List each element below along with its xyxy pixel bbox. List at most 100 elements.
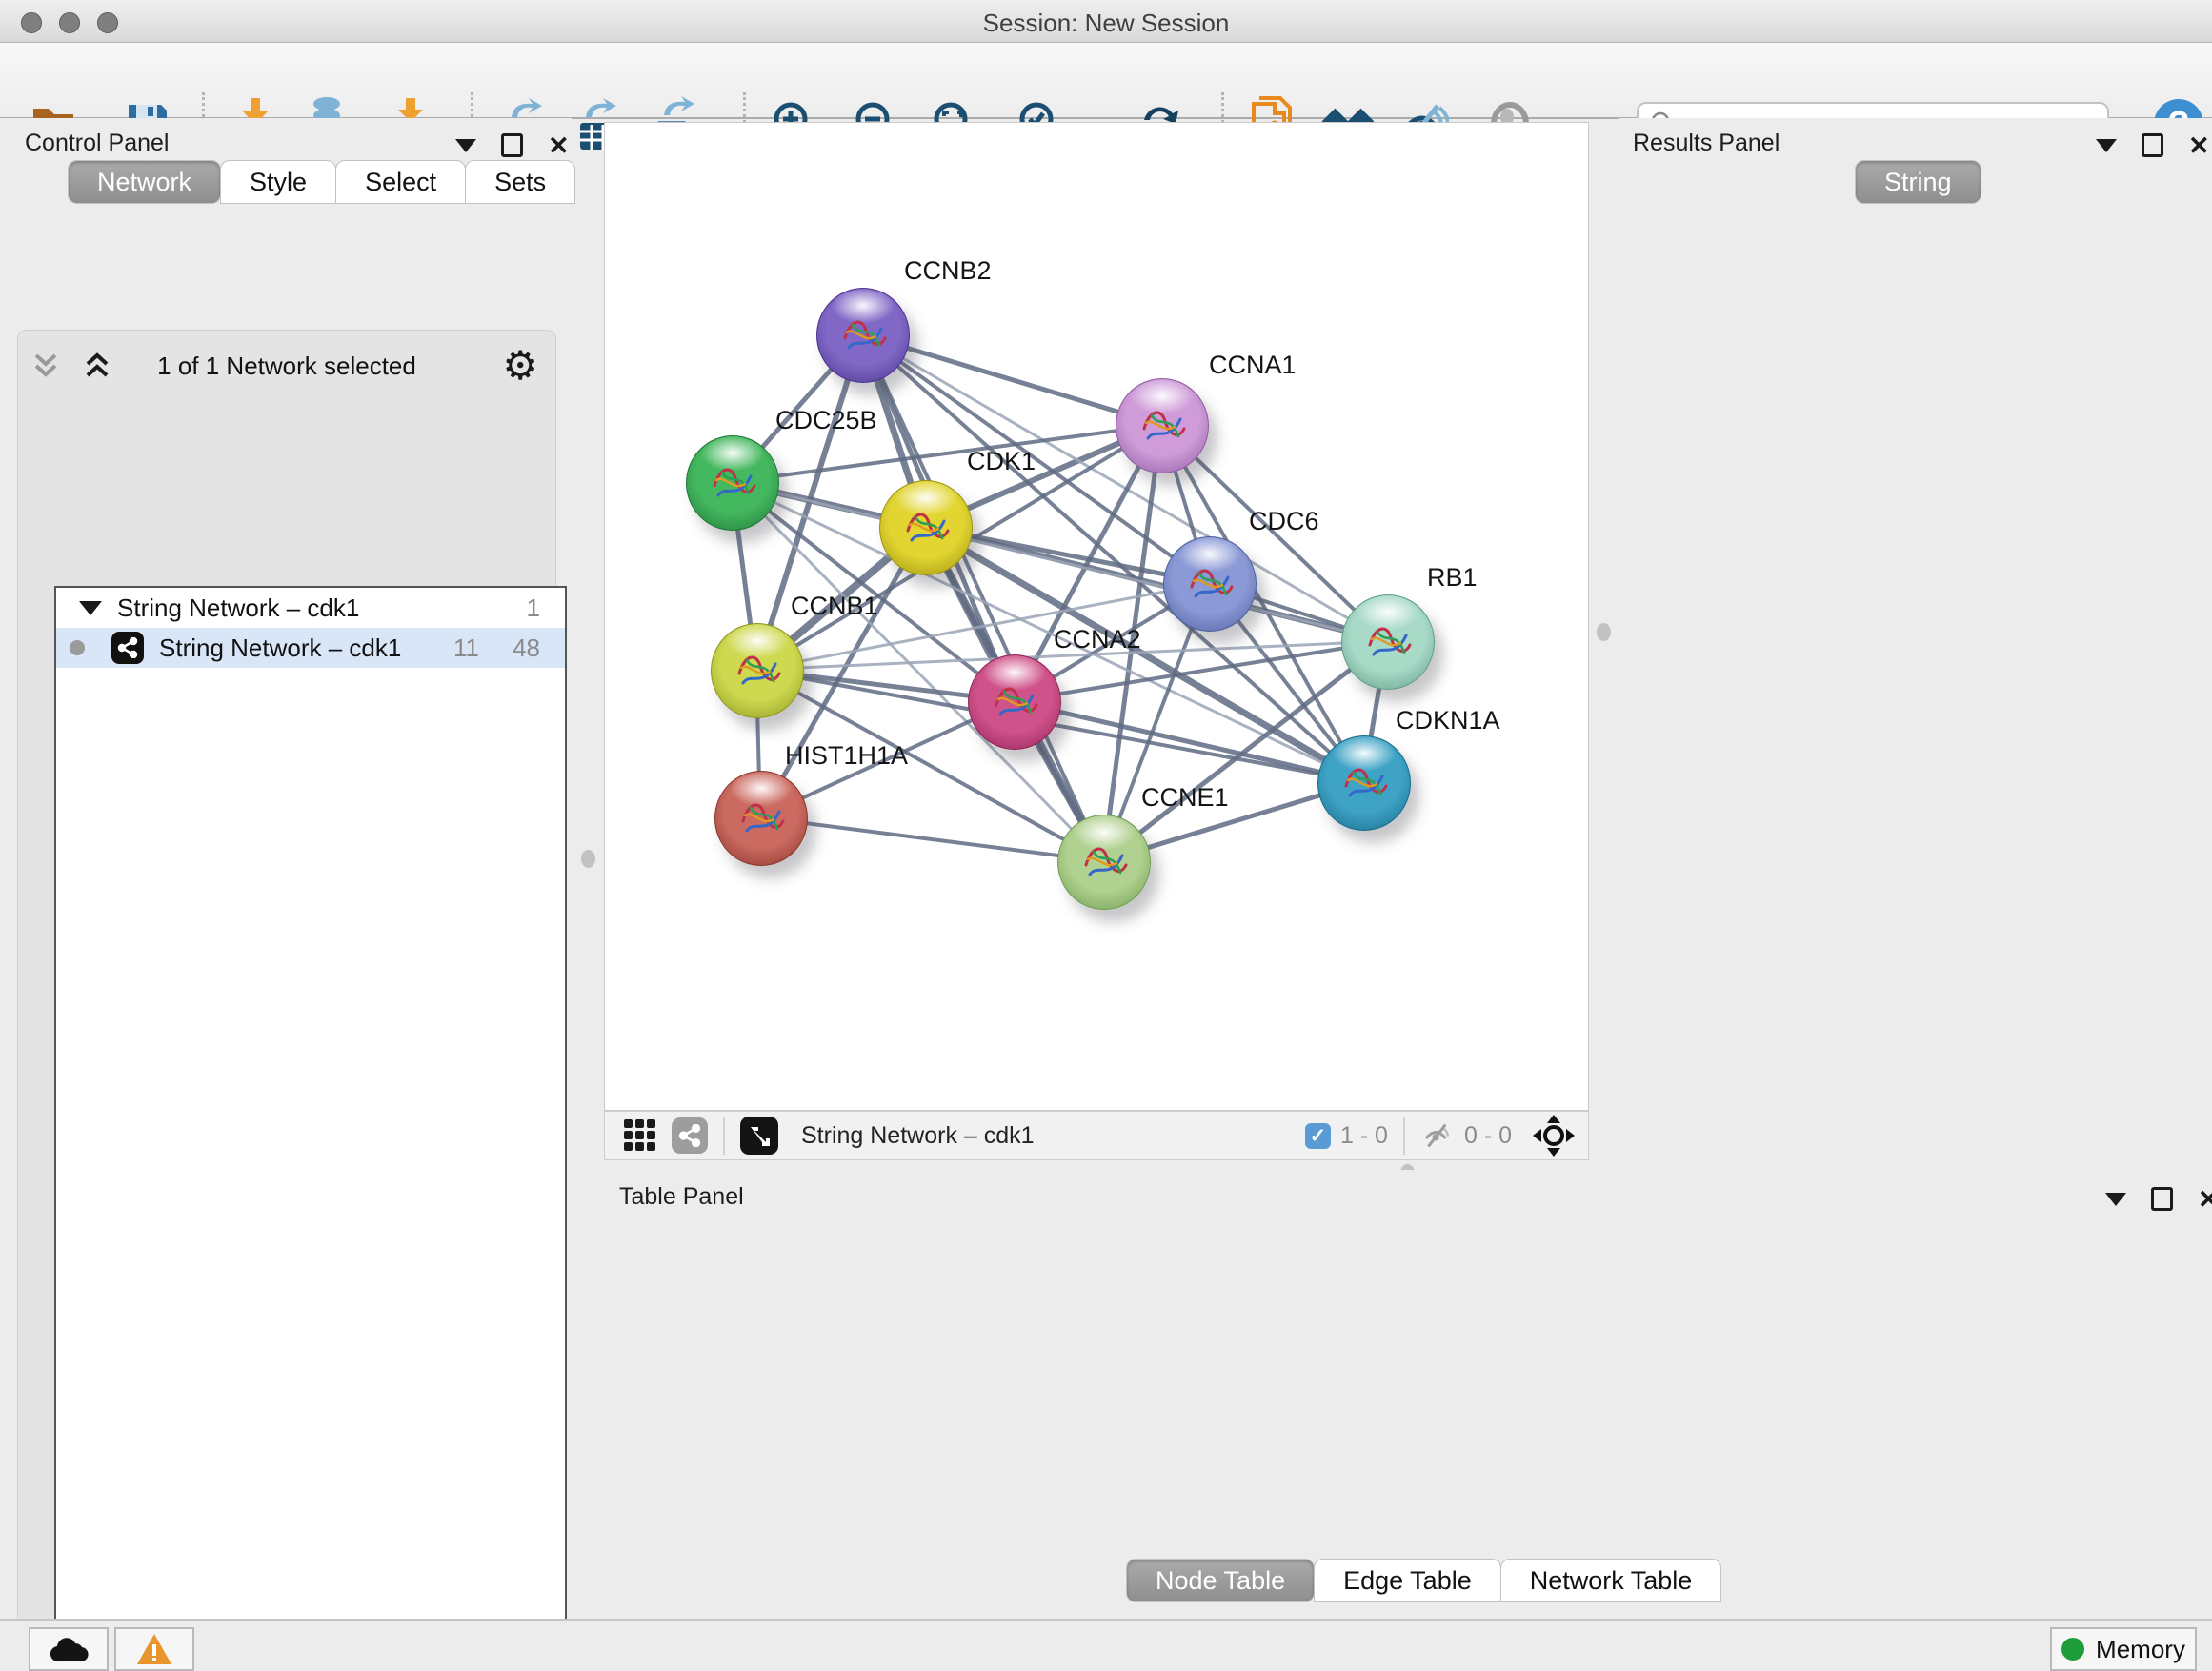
node-label-CDKN1A: CDKN1A <box>1396 706 1500 735</box>
protein-ribbon-thumbnail <box>1182 556 1237 612</box>
window-title: Session: New Session <box>0 9 2212 38</box>
cloud-status-button[interactable] <box>29 1627 109 1671</box>
table-panel: Table Panel ✕ ⚙ <box>604 1170 2212 1619</box>
network-selected-summary: 1 of 1 Network selected <box>18 352 555 381</box>
protein-ribbon-thumbnail <box>987 674 1042 730</box>
tab-edge-table[interactable]: Edge Table <box>1314 1559 1501 1602</box>
tab-network[interactable]: Network <box>68 160 221 204</box>
node-CCNE1[interactable] <box>1057 815 1151 910</box>
share-view-icon[interactable] <box>672 1117 708 1154</box>
main-toolbar: ? <box>0 43 2212 119</box>
memory-label: Memory <box>2096 1635 2185 1664</box>
tab-network-table[interactable]: Network Table <box>1500 1559 1722 1602</box>
control-panel-tabs: NetworkStyleSelectSets <box>69 160 575 204</box>
close-panel-icon[interactable]: ✕ <box>2188 136 2210 155</box>
control-panel: Control Panel ✕ NetworkStyleSelectSets 1… <box>0 118 572 1619</box>
protein-ribbon-thumbnail <box>1076 835 1132 890</box>
node-CCNB1[interactable] <box>711 623 804 718</box>
memory-status-dot <box>2061 1638 2084 1661</box>
table-panel-title: Table Panel <box>619 1183 744 1211</box>
network-label: String Network – cdk1 <box>159 634 401 663</box>
network-view-toolbar: String Network – cdk1 ✓ 1 - 0 0 - 0 <box>604 1111 1589 1160</box>
network-edges-layer <box>605 123 1588 1110</box>
maximize-panel-icon[interactable] <box>2142 133 2163 157</box>
node-CCNA1[interactable] <box>1116 378 1209 473</box>
network-tab-content: 1 of 1 Network selected ⚙ String Network… <box>17 330 556 1671</box>
table-panel-window-controls: ✕ <box>2105 1187 2212 1211</box>
application-window: Session: New Session <box>0 0 2212 1671</box>
tab-select[interactable]: Select <box>335 160 466 204</box>
grid-view-icon[interactable] <box>622 1117 658 1154</box>
maximize-panel-icon[interactable] <box>2151 1187 2173 1211</box>
network-view-canvas[interactable]: CCNB2CCNA1CDC25BCDK1CDC6RB1CCNB1CCNA2CDK… <box>604 122 1589 1111</box>
warnings-button[interactable] <box>114 1627 194 1671</box>
float-panel-icon[interactable] <box>2096 139 2117 152</box>
close-panel-icon[interactable]: ✕ <box>548 136 570 155</box>
node-label-CCNB1: CCNB1 <box>791 592 878 621</box>
hidden-eye-icon[interactable] <box>1420 1121 1455 1150</box>
pan-crosshair-icon[interactable] <box>1533 1115 1575 1157</box>
protein-ribbon-thumbnail <box>705 455 760 511</box>
selected-checkbox-icon[interactable]: ✓ <box>1305 1123 1331 1149</box>
node-label-CCNB2: CCNB2 <box>904 256 992 286</box>
control-panel-window-controls: ✕ <box>455 133 570 157</box>
control-panel-title: Control Panel <box>25 130 169 157</box>
edge-HIST1H1A-CCNE1[interactable] <box>760 817 1103 861</box>
current-network-bullet <box>70 640 85 655</box>
node-CDC25B[interactable] <box>686 435 779 531</box>
float-panel-icon[interactable] <box>455 139 476 152</box>
protein-ribbon-thumbnail <box>734 791 789 846</box>
status-bar: Memory <box>0 1619 2212 1671</box>
results-panel-window-controls: ✕ <box>2096 133 2210 157</box>
protein-ribbon-thumbnail <box>1337 755 1392 811</box>
node-label-CDK1: CDK1 <box>967 447 1036 476</box>
selected-counts: 1 - 0 <box>1340 1122 1388 1150</box>
results-panel-tabs: String <box>1856 160 1981 204</box>
hidden-counts: 0 - 0 <box>1464 1122 1512 1150</box>
float-panel-icon[interactable] <box>2105 1193 2126 1206</box>
network-list-gear-icon[interactable]: ⚙ <box>502 342 538 389</box>
collection-label: String Network – cdk1 <box>117 594 359 623</box>
protein-ribbon-thumbnail <box>835 308 891 363</box>
maximize-panel-icon[interactable] <box>501 133 523 157</box>
title-bar: Session: New Session <box>0 0 2212 43</box>
cloud-icon <box>48 1635 90 1663</box>
memory-button[interactable]: Memory <box>2050 1627 2197 1671</box>
close-panel-icon[interactable]: ✕ <box>2198 1190 2212 1209</box>
protein-ribbon-thumbnail <box>730 643 785 698</box>
network-list: String Network – cdk1 1 String Network –… <box>54 586 567 1671</box>
right-splitter-handle[interactable] <box>1597 623 1611 641</box>
tab-sets[interactable]: Sets <box>465 160 575 204</box>
birdseye-toggle-icon[interactable] <box>740 1117 778 1155</box>
tab-node-table[interactable]: Node Table <box>1126 1559 1315 1602</box>
warning-icon <box>135 1632 173 1666</box>
node-label-RB1: RB1 <box>1427 563 1478 593</box>
network-collection-row[interactable]: String Network – cdk1 1 <box>56 588 565 628</box>
node-label-CDC6: CDC6 <box>1249 507 1319 536</box>
left-splitter-handle[interactable] <box>581 850 595 868</box>
table-panel-tabs: Node TableEdge TableNetwork Table <box>1127 1559 1721 1602</box>
node-label-CDC25B: CDC25B <box>775 406 877 435</box>
node-label-CCNA1: CCNA1 <box>1209 351 1297 380</box>
results-panel-title: Results Panel <box>1633 130 1780 157</box>
node-CCNA2[interactable] <box>968 654 1061 750</box>
node-label-HIST1H1A: HIST1H1A <box>785 741 908 771</box>
network-row[interactable]: String Network – cdk1 11 48 <box>56 628 565 668</box>
node-count: 11 <box>453 634 479 663</box>
collection-expander-icon[interactable] <box>79 601 102 615</box>
edge-count: 48 <box>513 634 540 663</box>
node-CDKN1A[interactable] <box>1317 735 1411 831</box>
protein-ribbon-thumbnail <box>1135 398 1190 453</box>
protein-ribbon-thumbnail <box>898 500 954 555</box>
node-HIST1H1A[interactable] <box>714 771 808 866</box>
collection-count: 1 <box>527 594 540 623</box>
node-CDK1[interactable] <box>879 480 973 575</box>
tab-string[interactable]: String <box>1855 160 1981 204</box>
tab-style[interactable]: Style <box>220 160 336 204</box>
string-app-icon <box>111 632 144 664</box>
node-CDC6[interactable] <box>1163 536 1257 632</box>
node-RB1[interactable] <box>1341 594 1435 690</box>
node-CCNB2[interactable] <box>816 288 910 383</box>
protein-ribbon-thumbnail <box>1360 614 1416 670</box>
node-label-CCNE1: CCNE1 <box>1141 783 1229 813</box>
